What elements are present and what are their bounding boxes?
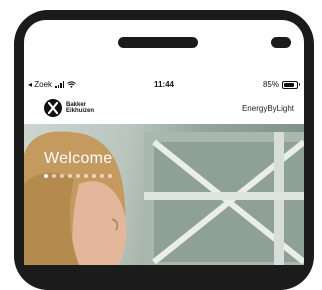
app-header: Bakker Eikhuizen EnergyByLight <box>24 94 304 124</box>
carousel-dot[interactable] <box>60 174 64 178</box>
hero-carousel[interactable]: Welcome <box>24 124 304 265</box>
battery-icon <box>282 80 300 89</box>
carousel-dot[interactable] <box>100 174 104 178</box>
phone-top-bezel <box>24 20 304 76</box>
battery-percentage: 85% <box>262 80 279 89</box>
woman-photo <box>24 131 127 265</box>
company-logo[interactable]: Bakker Eikhuizen <box>44 99 94 117</box>
logo-mark-icon <box>44 99 62 117</box>
status-bar: ◂ Zoek 11:44 85% <box>24 76 304 94</box>
carousel-dot[interactable] <box>108 174 112 178</box>
carousel-pagination <box>44 174 112 178</box>
carousel-dot[interactable] <box>84 174 88 178</box>
front-camera <box>271 37 291 48</box>
carousel-dot[interactable] <box>68 174 72 178</box>
carousel-dot[interactable] <box>76 174 80 178</box>
brand-name: EnergyByLight <box>241 104 294 113</box>
earpiece-speaker <box>118 37 198 48</box>
logo-text-line2: Eikhuizen <box>66 108 95 114</box>
carousel-dot[interactable] <box>44 174 48 178</box>
app-screen: ◂ Zoek 11:44 85% Bakker Eikhuizen Energy… <box>24 76 304 265</box>
hero-title: Welcome <box>44 150 113 167</box>
carousel-dot[interactable] <box>52 174 56 178</box>
carousel-dot[interactable] <box>92 174 96 178</box>
